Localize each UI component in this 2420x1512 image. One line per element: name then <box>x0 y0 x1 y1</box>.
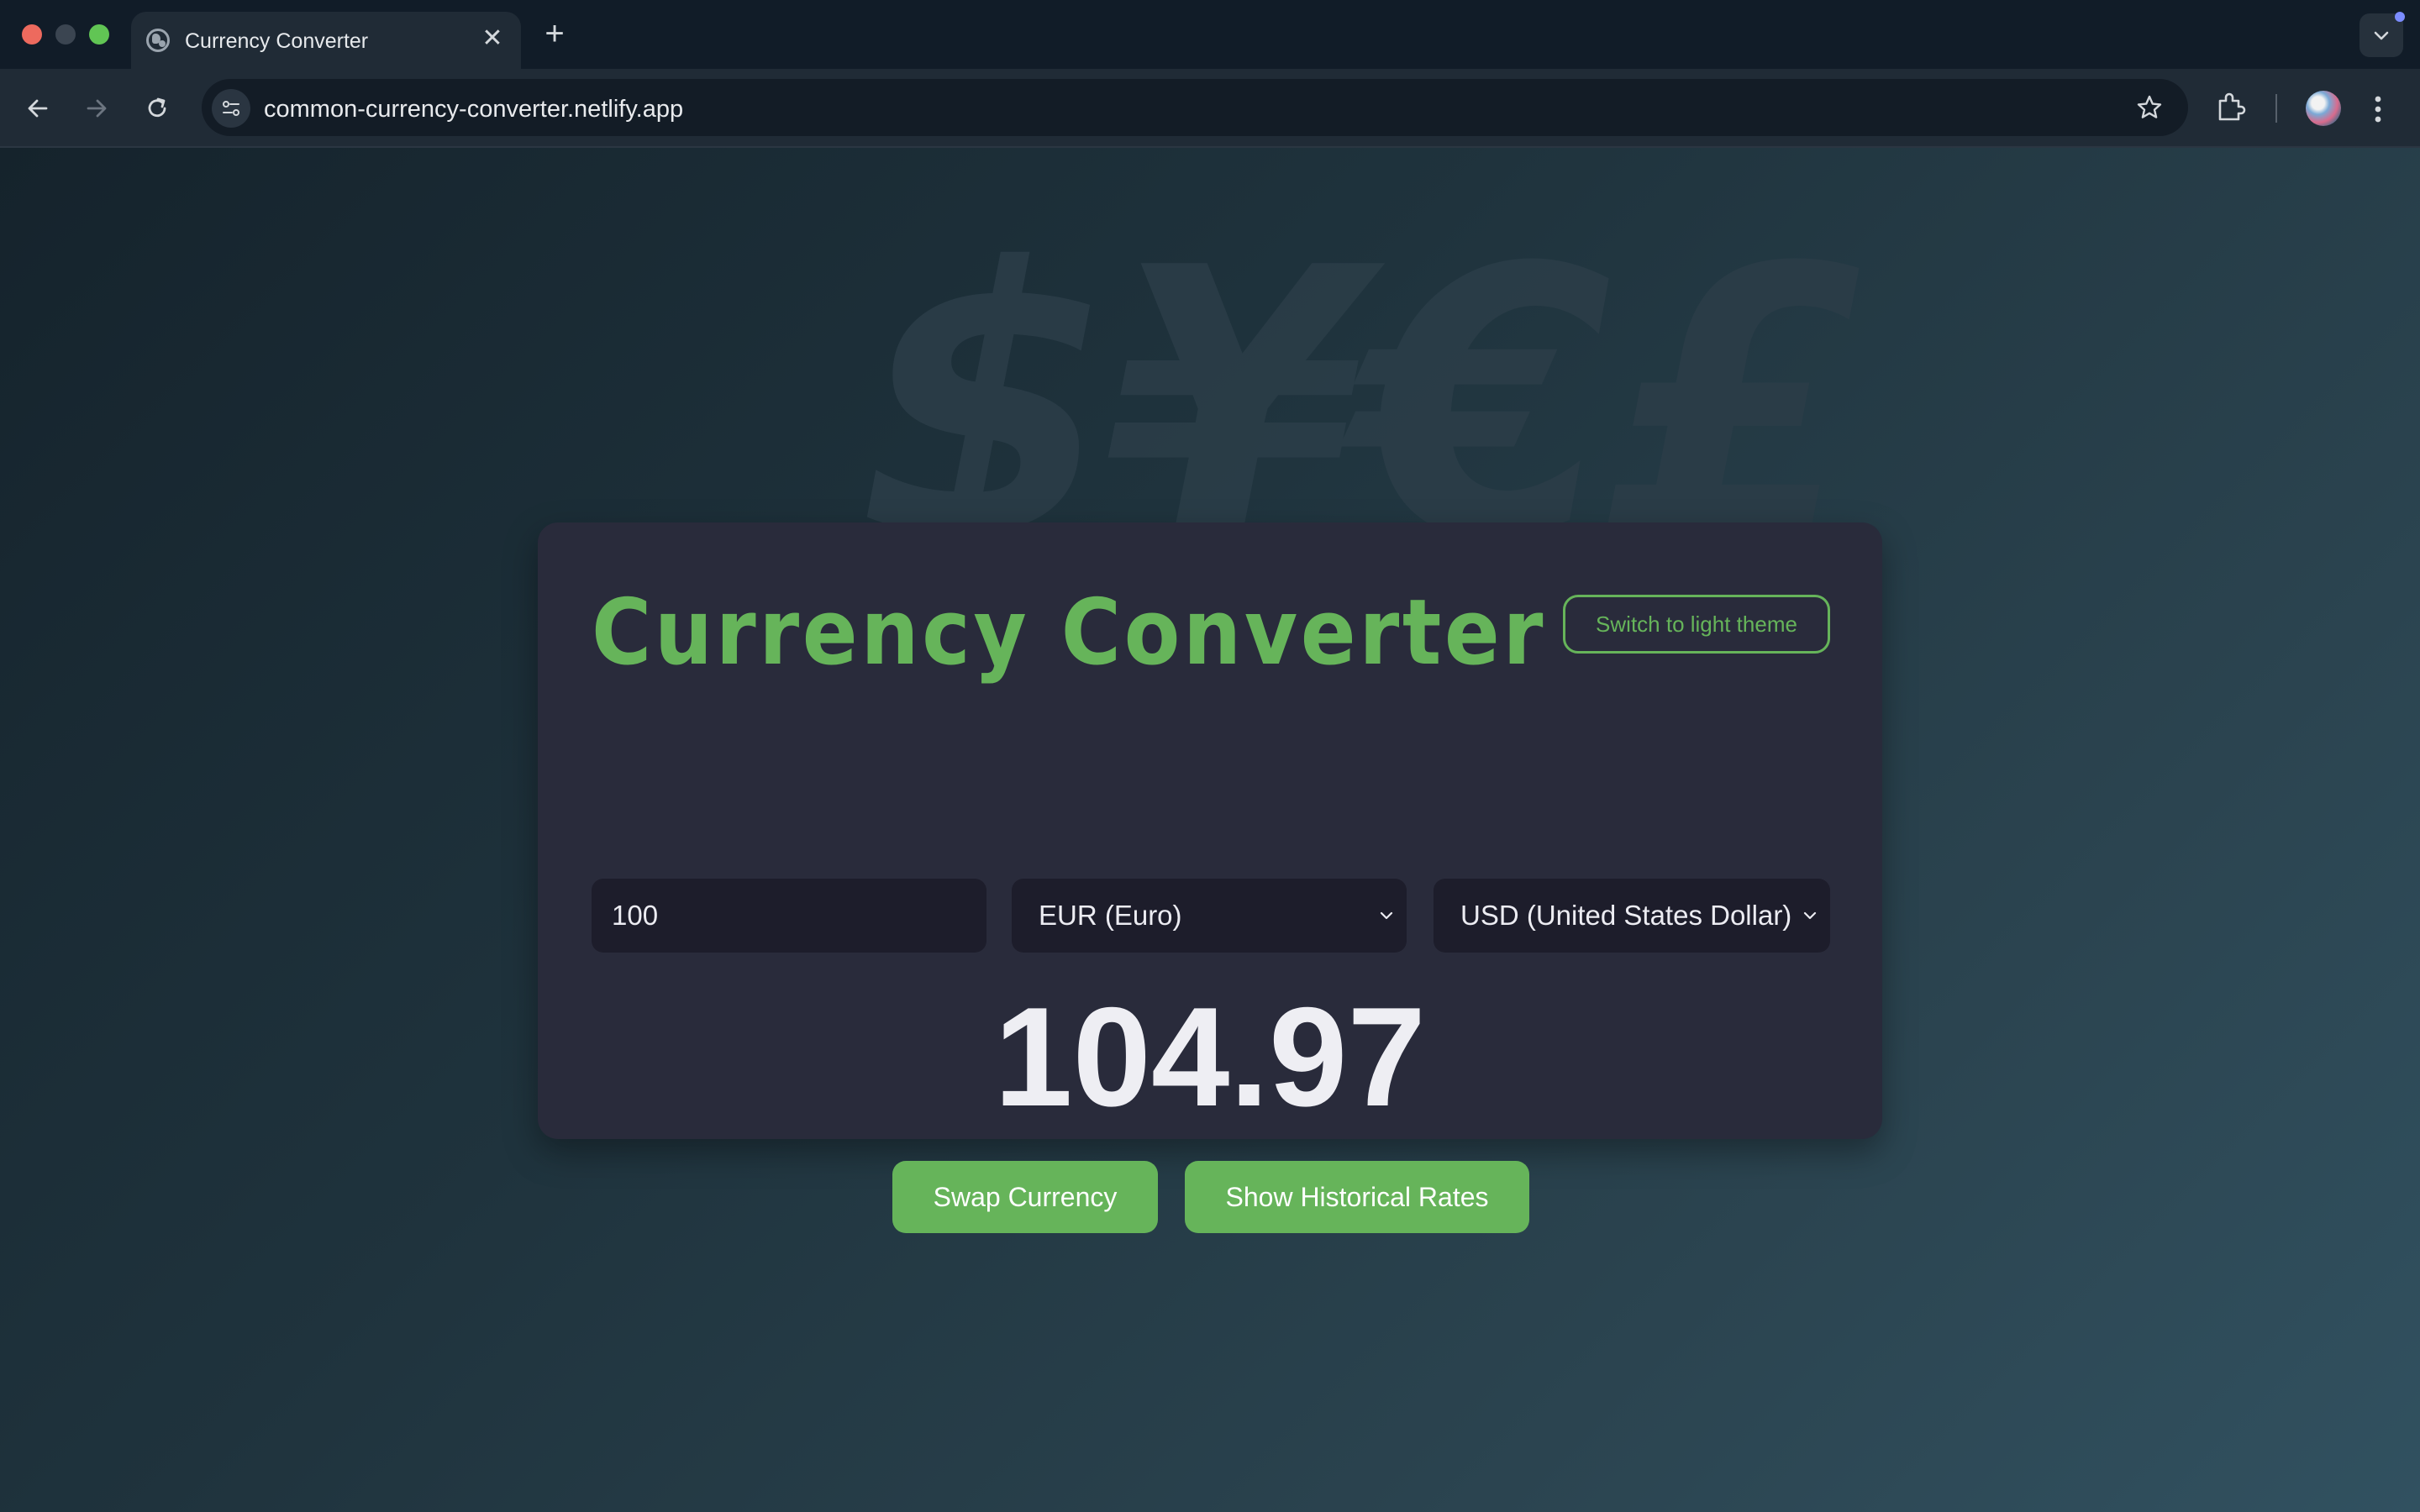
amount-input[interactable] <box>592 879 986 953</box>
toolbar-divider <box>2275 94 2277 123</box>
tab-strip: Currency Converter ✕ + <box>0 0 2420 69</box>
chevron-down-icon <box>1803 911 1817 920</box>
minimize-window-button[interactable] <box>55 24 76 45</box>
browser-tab[interactable]: Currency Converter ✕ <box>131 12 521 69</box>
converter-card: Currency Converter Switch to light theme… <box>538 522 1882 1233</box>
address-bar[interactable]: common-currency-converter.netlify.app <box>202 79 2188 136</box>
globe-icon <box>146 29 170 52</box>
chevron-down-icon <box>1380 911 1393 920</box>
swap-currency-button[interactable]: Swap Currency <box>892 1161 1158 1233</box>
back-button[interactable] <box>18 89 57 128</box>
forward-arrow-icon <box>87 99 107 118</box>
to-currency-select[interactable]: USD (United States Dollar) <box>1434 879 1830 953</box>
to-currency-value: USD (United States Dollar) <box>1460 900 1792 931</box>
more-menu-icon[interactable] <box>2371 92 2385 130</box>
tab-title: Currency Converter <box>185 29 369 53</box>
back-arrow-icon <box>28 99 48 118</box>
conversion-result: 104.97 <box>994 978 1426 1136</box>
plus-icon[interactable]: + <box>538 15 571 52</box>
tab-search-button[interactable] <box>2360 12 2405 57</box>
reload-icon <box>148 97 166 118</box>
close-icon[interactable]: ✕ <box>477 24 508 54</box>
browser-toolbar: common-currency-converter.netlify.app <box>0 69 2420 148</box>
forward-button[interactable] <box>77 89 116 128</box>
from-currency-value: EUR (Euro) <box>1039 900 1182 931</box>
extensions-icon[interactable] <box>2213 91 2247 129</box>
page-title: Currency Converter <box>592 580 1546 685</box>
profile-avatar[interactable] <box>2306 91 2341 126</box>
close-window-button[interactable] <box>22 24 42 45</box>
page-content: $¥€£ Currency Converter Switch to light … <box>0 148 2420 1512</box>
bookmark-star-icon[interactable] <box>2136 94 2163 125</box>
show-historical-rates-button[interactable]: Show Historical Rates <box>1185 1161 1529 1233</box>
reload-button[interactable] <box>138 89 176 128</box>
notification-dot <box>2395 12 2405 22</box>
theme-toggle-button[interactable]: Switch to light theme <box>1563 595 1830 654</box>
maximize-window-button[interactable] <box>89 24 109 45</box>
chevron-down-icon <box>2374 31 2389 40</box>
from-currency-select[interactable]: EUR (Euro) <box>1012 879 1407 953</box>
url-text: common-currency-converter.netlify.app <box>264 96 684 123</box>
site-settings-icon[interactable] <box>212 89 250 128</box>
